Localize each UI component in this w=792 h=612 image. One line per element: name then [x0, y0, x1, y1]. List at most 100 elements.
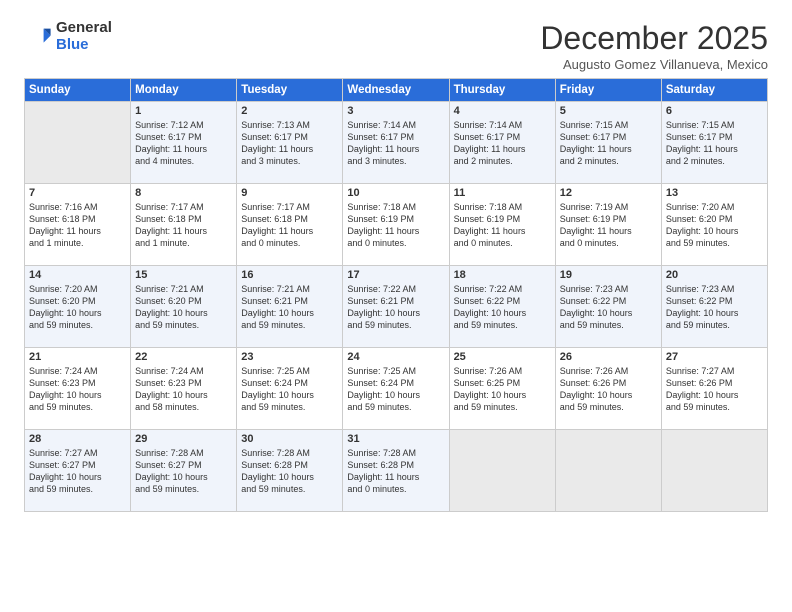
calendar-day-cell: 2 Sunrise: 7:13 AM Sunset: 6:17 PM Daylig…: [237, 102, 343, 184]
calendar-day-cell: 8 Sunrise: 7:17 AM Sunset: 6:18 PM Daylig…: [131, 184, 237, 266]
day-number: 20: [666, 269, 763, 281]
location-subtitle: Augusto Gomez Villanueva, Mexico: [540, 57, 768, 72]
calendar-day-cell: 1 Sunrise: 7:12 AM Sunset: 6:17 PM Daylig…: [131, 102, 237, 184]
day-info: Sunrise: 7:21 AM Sunset: 6:20 PM Dayligh…: [135, 283, 232, 332]
calendar-week-row: 14 Sunrise: 7:20 AM Sunset: 6:20 PM Dayli…: [25, 266, 768, 348]
calendar-day-cell: 14 Sunrise: 7:20 AM Sunset: 6:20 PM Dayli…: [25, 266, 131, 348]
weekday-header-friday: Friday: [555, 79, 661, 102]
day-info: Sunrise: 7:13 AM Sunset: 6:17 PM Dayligh…: [241, 119, 338, 168]
day-info: Sunrise: 7:28 AM Sunset: 6:27 PM Dayligh…: [135, 447, 232, 496]
day-info: Sunrise: 7:17 AM Sunset: 6:18 PM Dayligh…: [135, 201, 232, 250]
day-info: Sunrise: 7:18 AM Sunset: 6:19 PM Dayligh…: [347, 201, 444, 250]
day-number: 21: [29, 351, 126, 363]
day-number: 7: [29, 187, 126, 199]
calendar-day-cell: [25, 102, 131, 184]
day-number: 13: [666, 187, 763, 199]
day-info: Sunrise: 7:18 AM Sunset: 6:19 PM Dayligh…: [454, 201, 551, 250]
calendar-week-row: 7 Sunrise: 7:16 AM Sunset: 6:18 PM Daylig…: [25, 184, 768, 266]
day-number: 29: [135, 433, 232, 445]
day-info: Sunrise: 7:23 AM Sunset: 6:22 PM Dayligh…: [560, 283, 657, 332]
day-info: Sunrise: 7:22 AM Sunset: 6:22 PM Dayligh…: [454, 283, 551, 332]
day-number: 14: [29, 269, 126, 281]
day-info: Sunrise: 7:28 AM Sunset: 6:28 PM Dayligh…: [347, 447, 444, 496]
header: General Blue December 2025 Augusto Gomez…: [24, 20, 768, 72]
day-number: 22: [135, 351, 232, 363]
weekday-header-tuesday: Tuesday: [237, 79, 343, 102]
day-number: 27: [666, 351, 763, 363]
day-number: 16: [241, 269, 338, 281]
calendar-day-cell: [661, 430, 767, 512]
calendar-day-cell: 18 Sunrise: 7:22 AM Sunset: 6:22 PM Dayli…: [449, 266, 555, 348]
page: General Blue December 2025 Augusto Gomez…: [0, 0, 792, 612]
day-number: 18: [454, 269, 551, 281]
calendar-day-cell: 24Sunrise: 7:25 AM Sunset: 6:24 PM Dayli…: [343, 348, 449, 430]
calendar-day-cell: 29 Sunrise: 7:28 AM Sunset: 6:27 PM Dayli…: [131, 430, 237, 512]
logo-icon: [24, 23, 52, 51]
day-info: Sunrise: 7:26 AM Sunset: 6:26 PM Dayligh…: [560, 365, 657, 414]
day-info: Sunrise: 7:23 AM Sunset: 6:22 PM Dayligh…: [666, 283, 763, 332]
calendar-day-cell: 12 Sunrise: 7:19 AM Sunset: 6:19 PM Dayli…: [555, 184, 661, 266]
calendar-day-cell: 22 Sunrise: 7:24 AM Sunset: 6:23 PM Dayli…: [131, 348, 237, 430]
day-info: Sunrise: 7:17 AM Sunset: 6:18 PM Dayligh…: [241, 201, 338, 250]
day-info: Sunrise: 7:15 AM Sunset: 6:17 PM Dayligh…: [666, 119, 763, 168]
day-number: 25: [454, 351, 551, 363]
day-number: 1: [135, 105, 232, 117]
calendar-week-row: 21 Sunrise: 7:24 AM Sunset: 6:23 PM Dayli…: [25, 348, 768, 430]
weekday-header-saturday: Saturday: [661, 79, 767, 102]
day-number: 9: [241, 187, 338, 199]
calendar-week-row: 1 Sunrise: 7:12 AM Sunset: 6:17 PM Daylig…: [25, 102, 768, 184]
logo-blue: Blue: [56, 37, 112, 54]
calendar-day-cell: [449, 430, 555, 512]
day-info: Sunrise: 7:26 AM Sunset: 6:25 PM Dayligh…: [454, 365, 551, 414]
day-info: Sunrise: 7:20 AM Sunset: 6:20 PM Dayligh…: [29, 283, 126, 332]
calendar-day-cell: 27Sunrise: 7:27 AM Sunset: 6:26 PM Dayli…: [661, 348, 767, 430]
day-info: Sunrise: 7:12 AM Sunset: 6:17 PM Dayligh…: [135, 119, 232, 168]
day-number: 8: [135, 187, 232, 199]
calendar-day-cell: 21 Sunrise: 7:24 AM Sunset: 6:23 PM Dayli…: [25, 348, 131, 430]
calendar-day-cell: 7 Sunrise: 7:16 AM Sunset: 6:18 PM Daylig…: [25, 184, 131, 266]
calendar-day-cell: 9 Sunrise: 7:17 AM Sunset: 6:18 PM Daylig…: [237, 184, 343, 266]
day-number: 6: [666, 105, 763, 117]
day-number: 31: [347, 433, 444, 445]
calendar-day-cell: 4Sunrise: 7:14 AM Sunset: 6:17 PM Daylig…: [449, 102, 555, 184]
day-info: Sunrise: 7:14 AM Sunset: 6:17 PM Dayligh…: [347, 119, 444, 168]
day-info: Sunrise: 7:14 AM Sunset: 6:17 PM Dayligh…: [454, 119, 551, 168]
day-number: 26: [560, 351, 657, 363]
calendar-day-cell: 11Sunrise: 7:18 AM Sunset: 6:19 PM Dayli…: [449, 184, 555, 266]
calendar-day-cell: 3Sunrise: 7:14 AM Sunset: 6:17 PM Daylig…: [343, 102, 449, 184]
weekday-header-row: SundayMondayTuesdayWednesdayThursdayFrid…: [25, 79, 768, 102]
day-info: Sunrise: 7:24 AM Sunset: 6:23 PM Dayligh…: [29, 365, 126, 414]
weekday-header-thursday: Thursday: [449, 79, 555, 102]
day-info: Sunrise: 7:25 AM Sunset: 6:24 PM Dayligh…: [347, 365, 444, 414]
calendar-day-cell: 23Sunrise: 7:25 AM Sunset: 6:24 PM Dayli…: [237, 348, 343, 430]
day-number: 17: [347, 269, 444, 281]
weekday-header-sunday: Sunday: [25, 79, 131, 102]
day-number: 2: [241, 105, 338, 117]
day-info: Sunrise: 7:16 AM Sunset: 6:18 PM Dayligh…: [29, 201, 126, 250]
calendar-day-cell: 13 Sunrise: 7:20 AM Sunset: 6:20 PM Dayli…: [661, 184, 767, 266]
day-info: Sunrise: 7:20 AM Sunset: 6:20 PM Dayligh…: [666, 201, 763, 250]
day-info: Sunrise: 7:22 AM Sunset: 6:21 PM Dayligh…: [347, 283, 444, 332]
calendar-day-cell: 6 Sunrise: 7:15 AM Sunset: 6:17 PM Daylig…: [661, 102, 767, 184]
logo-text: General Blue: [56, 20, 112, 53]
title-block: December 2025 Augusto Gomez Villanueva, …: [540, 20, 768, 72]
calendar-day-cell: 10Sunrise: 7:18 AM Sunset: 6:19 PM Dayli…: [343, 184, 449, 266]
calendar-day-cell: [555, 430, 661, 512]
calendar-day-cell: 26 Sunrise: 7:26 AM Sunset: 6:26 PM Dayli…: [555, 348, 661, 430]
day-number: 12: [560, 187, 657, 199]
day-info: Sunrise: 7:24 AM Sunset: 6:23 PM Dayligh…: [135, 365, 232, 414]
calendar-day-cell: 25 Sunrise: 7:26 AM Sunset: 6:25 PM Dayli…: [449, 348, 555, 430]
calendar-table: SundayMondayTuesdayWednesdayThursdayFrid…: [24, 78, 768, 512]
day-number: 19: [560, 269, 657, 281]
day-number: 5: [560, 105, 657, 117]
calendar-day-cell: 30Sunrise: 7:28 AM Sunset: 6:28 PM Dayli…: [237, 430, 343, 512]
day-info: Sunrise: 7:28 AM Sunset: 6:28 PM Dayligh…: [241, 447, 338, 496]
day-number: 28: [29, 433, 126, 445]
calendar-day-cell: 15 Sunrise: 7:21 AM Sunset: 6:20 PM Dayli…: [131, 266, 237, 348]
day-info: Sunrise: 7:21 AM Sunset: 6:21 PM Dayligh…: [241, 283, 338, 332]
day-info: Sunrise: 7:19 AM Sunset: 6:19 PM Dayligh…: [560, 201, 657, 250]
calendar-day-cell: 5Sunrise: 7:15 AM Sunset: 6:17 PM Daylig…: [555, 102, 661, 184]
day-number: 23: [241, 351, 338, 363]
calendar-day-cell: 16 Sunrise: 7:21 AM Sunset: 6:21 PM Dayli…: [237, 266, 343, 348]
day-number: 15: [135, 269, 232, 281]
